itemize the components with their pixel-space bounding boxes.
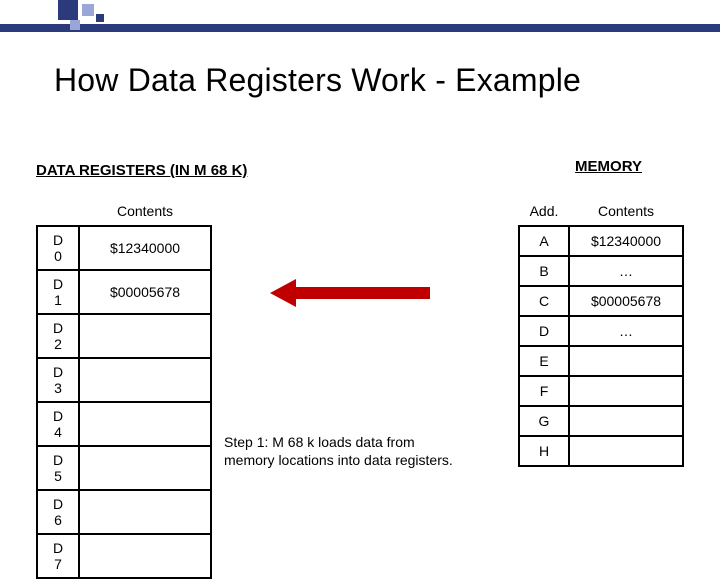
registers-col-contents: Contents [79, 196, 211, 226]
reg-value: $12340000 [79, 226, 211, 270]
reg-value [79, 446, 211, 490]
mem-value [569, 406, 683, 436]
mem-addr: F [519, 376, 569, 406]
reg-name: D 2 [37, 314, 79, 358]
mem-value: … [569, 316, 683, 346]
reg-name: D 4 [37, 402, 79, 446]
registers-table: Contents D 0$12340000 D 1$00005678 D 2 D… [36, 196, 212, 579]
mem-addr: B [519, 256, 569, 286]
reg-name: D 0 [37, 226, 79, 270]
table-row: F [519, 376, 683, 406]
mem-value: $12340000 [569, 226, 683, 256]
table-row: D 0$12340000 [37, 226, 211, 270]
arrow-left-icon [270, 279, 430, 307]
reg-value [79, 314, 211, 358]
table-row: D 2 [37, 314, 211, 358]
table-row: D 7 [37, 534, 211, 578]
mem-value: $00005678 [569, 286, 683, 316]
reg-name: D 3 [37, 358, 79, 402]
table-row: D 3 [37, 358, 211, 402]
step-caption: Step 1: M 68 k loads data from memory lo… [224, 434, 464, 469]
mem-addr: D [519, 316, 569, 346]
slide-decoration [0, 0, 720, 36]
memory-table: Add. Contents A$12340000 B… C$00005678 D… [518, 196, 684, 467]
mem-addr: E [519, 346, 569, 376]
reg-value [79, 490, 211, 534]
table-row: C$00005678 [519, 286, 683, 316]
table-row: D 1$00005678 [37, 270, 211, 314]
mem-value [569, 346, 683, 376]
table-row: D 4 [37, 402, 211, 446]
table-row: A$12340000 [519, 226, 683, 256]
table-row: E [519, 346, 683, 376]
slide-title: How Data Registers Work - Example [54, 62, 581, 99]
reg-value: $00005678 [79, 270, 211, 314]
mem-addr: C [519, 286, 569, 316]
mem-value: … [569, 256, 683, 286]
reg-value [79, 402, 211, 446]
table-row: D 5 [37, 446, 211, 490]
reg-name: D 6 [37, 490, 79, 534]
reg-name: D 1 [37, 270, 79, 314]
mem-addr: A [519, 226, 569, 256]
registers-heading: DATA REGISTERS (IN M 68 K) [36, 162, 247, 179]
mem-value [569, 436, 683, 466]
memory-col-contents: Contents [569, 196, 683, 226]
table-row: B… [519, 256, 683, 286]
mem-addr: H [519, 436, 569, 466]
memory-heading: MEMORY [575, 158, 642, 175]
table-row: D… [519, 316, 683, 346]
reg-value [79, 358, 211, 402]
mem-value [569, 376, 683, 406]
table-row: D 6 [37, 490, 211, 534]
memory-col-add: Add. [519, 196, 569, 226]
table-row: H [519, 436, 683, 466]
reg-name: D 7 [37, 534, 79, 578]
reg-name: D 5 [37, 446, 79, 490]
reg-value [79, 534, 211, 578]
mem-addr: G [519, 406, 569, 436]
table-row: G [519, 406, 683, 436]
